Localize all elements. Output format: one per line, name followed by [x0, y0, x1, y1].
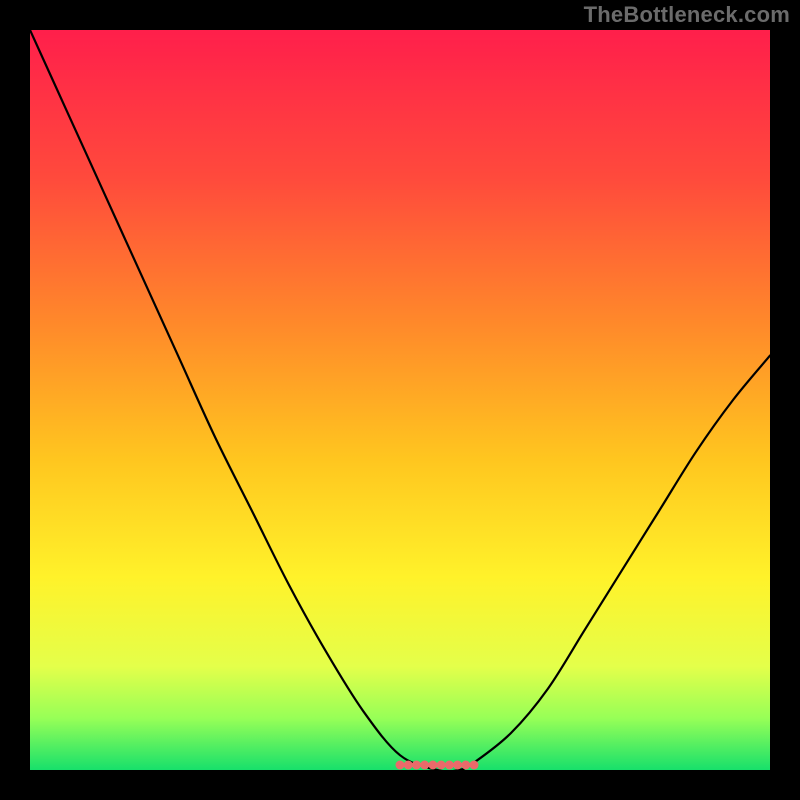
gradient-background [30, 30, 770, 770]
watermark-text: TheBottleneck.com [584, 2, 790, 28]
bottleneck-chart [30, 30, 770, 770]
plot-area [30, 30, 770, 770]
chart-frame: TheBottleneck.com [0, 0, 800, 800]
